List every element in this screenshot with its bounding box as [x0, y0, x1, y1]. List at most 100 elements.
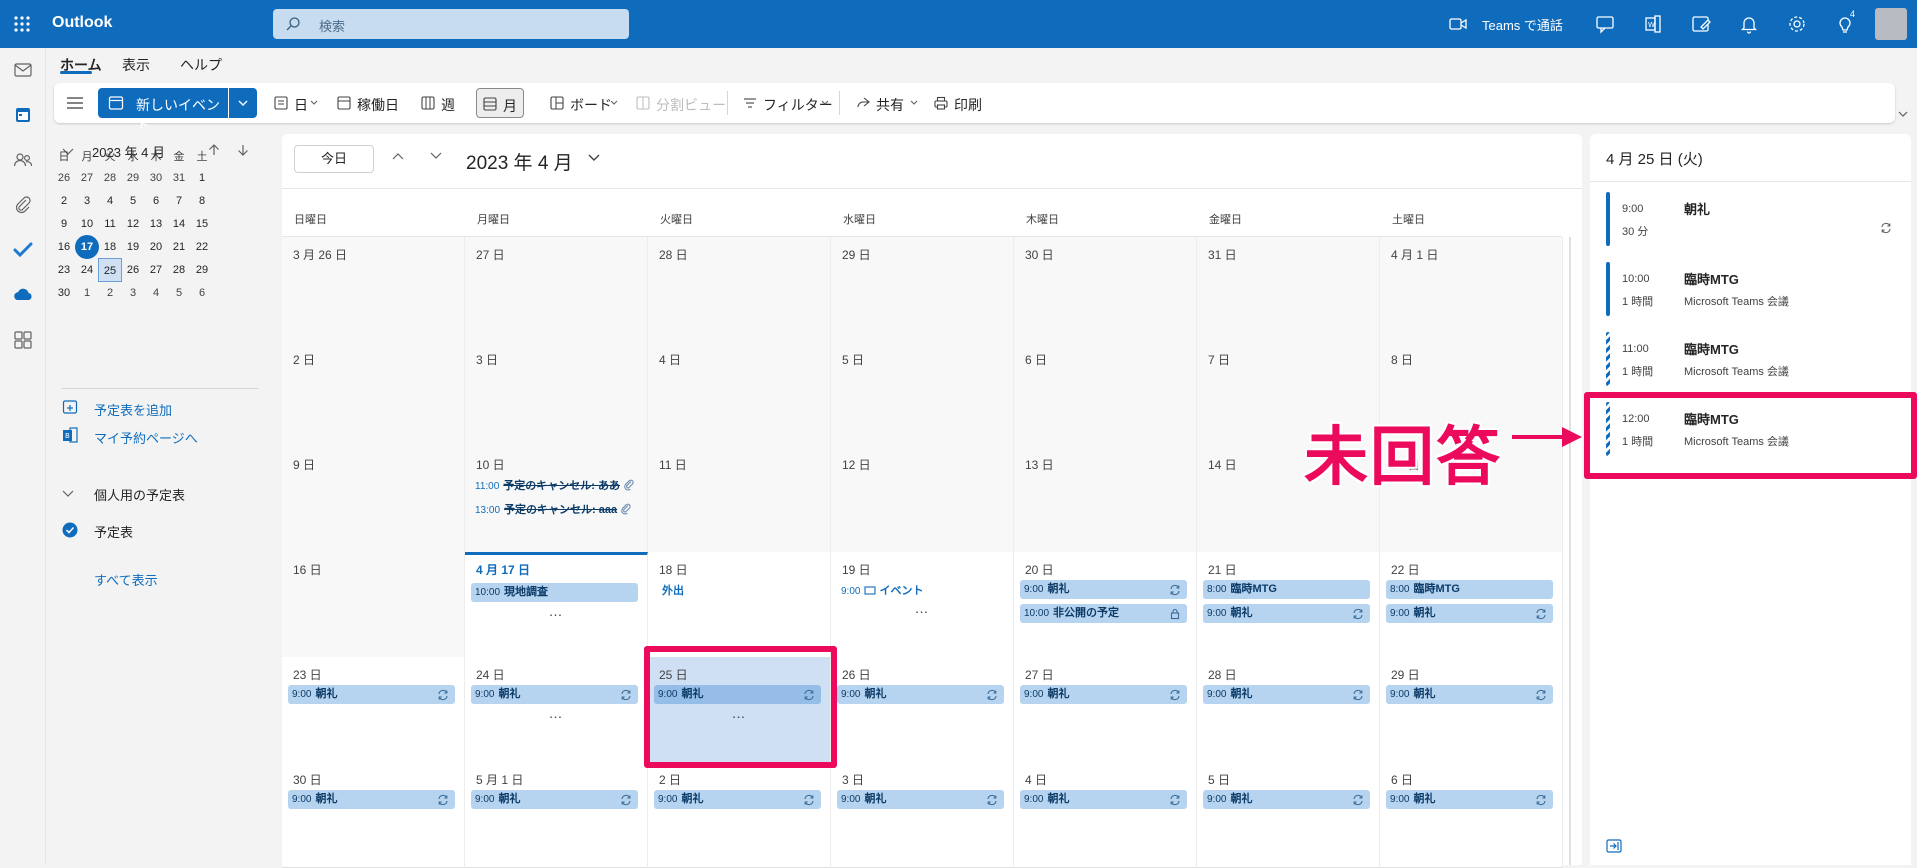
- checkmark-circle-icon[interactable]: [62, 522, 78, 538]
- event-chip[interactable]: 9:00 朝礼: [654, 790, 821, 809]
- event-chip[interactable]: 8:00 臨時MTG: [1386, 580, 1553, 599]
- day-cell[interactable]: 29 日 9:00 朝礼: [1380, 657, 1563, 763]
- day-cell[interactable]: 26 日 9:00 朝礼: [831, 657, 1014, 763]
- new-event-dropdown[interactable]: [229, 88, 257, 118]
- event-chip[interactable]: 9:00 朝礼: [1386, 604, 1553, 623]
- mini-day[interactable]: 27: [75, 166, 99, 190]
- arrow-down-icon[interactable]: [237, 144, 249, 156]
- mini-day[interactable]: 1: [190, 166, 214, 190]
- mini-day[interactable]: 20: [144, 235, 168, 259]
- day-cell[interactable]: 27 日: [465, 237, 648, 343]
- event-chip[interactable]: 9:00 朝礼: [1203, 790, 1370, 809]
- chevron-down-icon[interactable]: [430, 152, 442, 160]
- mini-day[interactable]: 12: [121, 212, 145, 236]
- mini-day[interactable]: 29: [190, 258, 214, 282]
- new-event-button[interactable]: 新しいイベント: [98, 88, 228, 133]
- event-chip[interactable]: 10:00 非公開の予定: [1020, 604, 1187, 623]
- agenda-item[interactable]: 10:00 1 時間 臨時MTG Microsoft Teams 会議: [1606, 262, 1896, 316]
- chevron-up-icon[interactable]: [392, 152, 404, 160]
- mini-day[interactable]: 8: [190, 189, 214, 213]
- day-cell[interactable]: 16 日: [282, 552, 465, 658]
- mini-day[interactable]: 26: [52, 166, 76, 190]
- day-cell[interactable]: 28 日 9:00 朝礼: [1197, 657, 1380, 763]
- event-chip[interactable]: 9:00 朝礼: [471, 685, 638, 704]
- mini-day[interactable]: 18: [98, 235, 122, 259]
- print-button[interactable]: 印刷: [928, 88, 988, 118]
- board-view-button[interactable]: ボード: [544, 88, 618, 118]
- mini-day[interactable]: 21: [167, 235, 191, 259]
- day-cell[interactable]: 23 日 9:00 朝礼: [282, 657, 465, 763]
- app-launcher-icon[interactable]: [8, 10, 36, 38]
- mini-day[interactable]: 16: [52, 235, 76, 259]
- booking-page-link[interactable]: マイ予約ページへ: [94, 428, 198, 447]
- mini-day[interactable]: 27: [144, 258, 168, 282]
- event-item[interactable]: 9:00 イベント: [841, 582, 923, 598]
- event-chip[interactable]: 9:00 朝礼: [1203, 685, 1370, 704]
- event-chip[interactable]: 9:00 朝礼: [837, 790, 1004, 809]
- day-cell[interactable]: 22 日 8:00 臨時MTG 9:00 朝礼: [1380, 552, 1563, 658]
- event-chip[interactable]: 9:00 朝礼: [1203, 604, 1370, 623]
- event-chip[interactable]: 9:00 朝礼: [837, 685, 1004, 704]
- mini-day[interactable]: 13: [144, 212, 168, 236]
- todo-icon[interactable]: [11, 238, 35, 262]
- day-cell[interactable]: 21 日 8:00 臨時MTG 9:00 朝礼: [1197, 552, 1380, 658]
- mini-day[interactable]: 5: [121, 189, 145, 213]
- mini-day[interactable]: 24: [75, 258, 99, 282]
- day-cell[interactable]: 29 日: [831, 237, 1014, 343]
- day-cell[interactable]: 19 日 9:00 イベント…: [831, 552, 1014, 658]
- mini-day[interactable]: 3: [121, 281, 145, 305]
- day-cell[interactable]: 11 日: [648, 447, 831, 553]
- bookings-icon[interactable]: B: [62, 427, 78, 443]
- event-chip[interactable]: 9:00 朝礼: [1020, 685, 1187, 704]
- split-view-button[interactable]: 分割ビュー: [630, 88, 726, 118]
- agenda-item[interactable]: 11:00 1 時間 臨時MTG Microsoft Teams 会議: [1606, 332, 1896, 386]
- day-cell[interactable]: 20 日 9:00 朝礼 10:00 非公開の予定: [1014, 552, 1197, 658]
- bell-icon[interactable]: [1737, 12, 1761, 36]
- mini-day[interactable]: 29: [121, 166, 145, 190]
- more-apps-icon[interactable]: [11, 328, 35, 352]
- mini-day[interactable]: 19: [121, 235, 145, 259]
- calendar-add-icon[interactable]: [62, 399, 78, 415]
- mini-day[interactable]: 9: [52, 212, 76, 236]
- work-week-button[interactable]: 稼働日: [331, 88, 401, 118]
- event-chip[interactable]: 9:00 朝礼: [1386, 685, 1553, 704]
- paperclip-icon[interactable]: [11, 193, 35, 217]
- day-cell[interactable]: 4 日 9:00 朝礼: [1014, 762, 1197, 868]
- people-icon[interactable]: [11, 148, 35, 172]
- event-chip[interactable]: 8:00 臨時MTG: [1203, 580, 1370, 599]
- mini-day[interactable]: 15: [190, 212, 214, 236]
- calendar-item[interactable]: 予定表: [94, 522, 133, 541]
- event-chip[interactable]: 9:00 朝礼: [1020, 580, 1187, 599]
- chat-icon[interactable]: [1593, 12, 1617, 36]
- day-cell[interactable]: 9 日: [282, 447, 465, 553]
- mini-day[interactable]: 5: [167, 281, 191, 305]
- event-chip[interactable]: 10:00 現地調査: [471, 583, 638, 602]
- mail-icon[interactable]: [11, 58, 35, 82]
- expand-pane-icon[interactable]: [1606, 839, 1622, 853]
- day-cell[interactable]: 6 日: [1014, 342, 1197, 448]
- mini-day[interactable]: 6: [144, 189, 168, 213]
- office-icon[interactable]: W: [1641, 12, 1665, 36]
- more-events-button[interactable]: …: [831, 600, 1014, 616]
- avatar[interactable]: [1875, 8, 1907, 40]
- ribbon-expand-icon[interactable]: [1898, 110, 1908, 118]
- onedrive-icon[interactable]: [11, 283, 35, 307]
- event-item[interactable]: 13:00 予定のキャンセル: aaa: [475, 501, 632, 517]
- day-cell[interactable]: 3 日: [465, 342, 648, 448]
- add-calendar-link[interactable]: 予定表を追加: [94, 400, 172, 419]
- day-cell[interactable]: 3 月 26 日: [282, 237, 465, 343]
- more-events-button[interactable]: …: [465, 705, 648, 721]
- mini-day[interactable]: 4: [144, 281, 168, 305]
- day-cell[interactable]: 10 日 11:00 予定のキャンセル: ああ 13:00 予定のキャンセル: aaa: [465, 447, 648, 553]
- day-cell[interactable]: 28 日: [648, 237, 831, 343]
- hamburger-icon[interactable]: [66, 95, 84, 111]
- day-cell[interactable]: 2 日: [282, 342, 465, 448]
- mini-day[interactable]: 7: [167, 189, 191, 213]
- chevron-down-icon[interactable]: [588, 154, 600, 162]
- day-cell[interactable]: 30 日: [1014, 237, 1197, 343]
- mini-day[interactable]: 28: [98, 166, 122, 190]
- day-cell[interactable]: 2 日 9:00 朝礼: [648, 762, 831, 868]
- event-chip[interactable]: 9:00 朝礼: [288, 685, 455, 704]
- mini-day[interactable]: 31: [167, 166, 191, 190]
- day-cell[interactable]: 13 日: [1014, 447, 1197, 553]
